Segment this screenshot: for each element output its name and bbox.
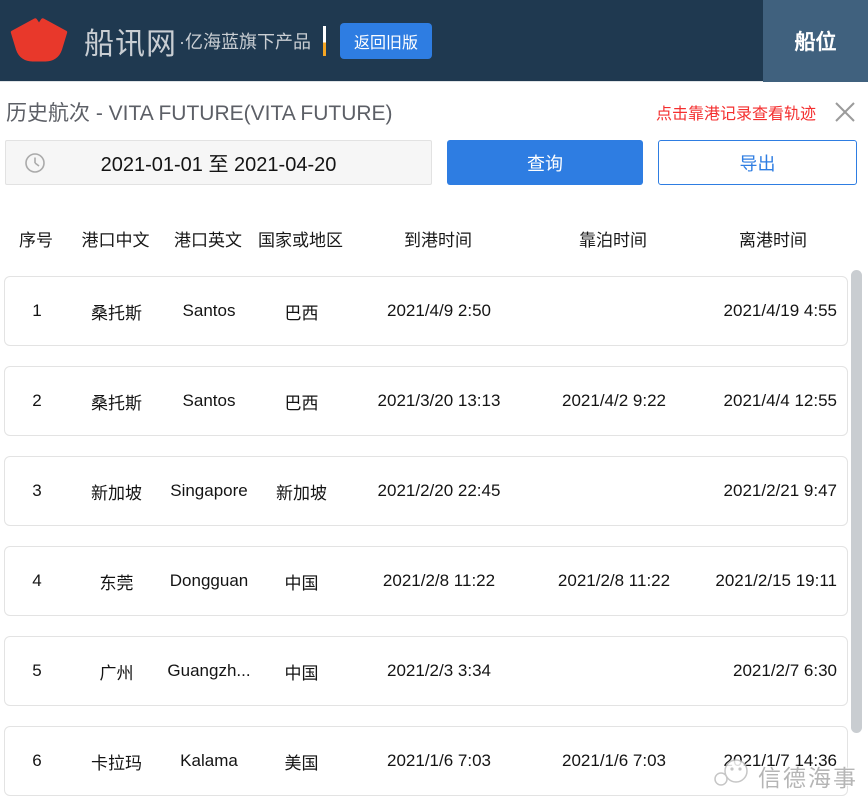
cell-port-en: Santos: [164, 391, 254, 411]
scrollbar-thumb[interactable]: [851, 270, 862, 733]
cell-berth-time: 2021/1/6 7:03: [529, 751, 699, 771]
voyage-row[interactable]: 4东莞Dongguan中国2021/2/8 11:222021/2/8 11:2…: [4, 546, 848, 616]
cell-port-en: Kalama: [164, 751, 254, 771]
cell-country: 美国: [254, 749, 349, 774]
cell-departure-time: 2021/4/4 12:55: [699, 391, 847, 411]
cell-arrival-time: 2021/2/8 11:22: [349, 571, 529, 591]
voyage-row[interactable]: 1桑托斯Santos巴西2021/4/9 2:50 2021/4/19 4:55: [4, 276, 848, 346]
cell-country: 新加坡: [254, 479, 349, 504]
cell-index: 1: [5, 301, 69, 321]
voyage-row[interactable]: 3新加坡Singapore新加坡2021/2/20 22:452021/2/21…: [4, 456, 848, 526]
col-header-berth-time: 靠泊时间: [528, 226, 698, 251]
cell-arrival-time: 2021/2/20 22:45: [349, 481, 529, 501]
tab-ship-position[interactable]: 船位: [763, 0, 868, 82]
table-header-row: 序号 港口中文 港口英文 国家或地区 到港时间 靠泊时间 离港时间: [4, 223, 848, 253]
cell-port-cn: 东莞: [69, 569, 164, 594]
top-header: 船讯网 ·亿海蓝旗下产品 返回旧版 船位: [0, 0, 868, 82]
col-header-port-cn: 港口中文: [68, 226, 163, 251]
cell-index: 2: [5, 391, 69, 411]
export-button[interactable]: 导出: [658, 140, 857, 185]
cell-port-en: Guangzh...: [164, 661, 254, 681]
voyage-row[interactable]: 5广州Guangzh...中国2021/2/3 3:34 2021/2/7 6:3…: [4, 636, 848, 706]
cell-port-cn: 卡拉玛: [69, 749, 164, 774]
cell-port-en: Dongguan: [164, 571, 254, 591]
cell-port-cn: 桑托斯: [69, 389, 164, 414]
cell-arrival-time: 2021/2/3 3:34: [349, 661, 529, 681]
col-header-country: 国家或地区: [253, 226, 348, 251]
cell-country: 巴西: [254, 299, 349, 324]
date-range-input[interactable]: 2021-01-01 至 2021-04-20: [5, 140, 432, 185]
cell-index: 5: [5, 661, 69, 681]
cell-country: 巴西: [254, 389, 349, 414]
cell-departure-time: 2021/2/21 9:47: [699, 481, 847, 501]
view-track-hint-link[interactable]: 点击靠港记录查看轨迹: [656, 100, 816, 124]
cell-index: 3: [5, 481, 69, 501]
page-title: 历史航次 - VITA FUTURE(VITA FUTURE): [6, 97, 393, 127]
voyage-row[interactable]: 2桑托斯Santos巴西2021/3/20 13:132021/4/2 9:22…: [4, 366, 848, 436]
cell-port-en: Singapore: [164, 481, 254, 501]
brand-name: 船讯网: [84, 19, 177, 63]
clock-icon: [24, 152, 46, 179]
cell-departure-time: 2021/2/7 6:30: [699, 661, 847, 681]
cell-port-cn: 新加坡: [69, 479, 164, 504]
cell-port-cn: 广州: [69, 659, 164, 684]
query-button[interactable]: 查询: [447, 140, 643, 185]
brand-suffix: ·亿海蓝旗下产品: [179, 28, 311, 54]
cell-arrival-time: 2021/1/6 7:03: [349, 751, 529, 771]
history-voyage-window: 船讯网 ·亿海蓝旗下产品 返回旧版 船位 历史航次 - VITA FUTURE(…: [0, 0, 868, 810]
cell-berth-time: 2021/2/8 11:22: [529, 571, 699, 591]
cell-country: 中国: [254, 659, 349, 684]
query-controls: 2021-01-01 至 2021-04-20 查询 导出: [5, 140, 858, 185]
col-header-departure-time: 离港时间: [698, 226, 848, 251]
brand-boat-logo-icon: [8, 14, 70, 67]
cell-index: 6: [5, 751, 69, 771]
cell-departure-time: 2021/2/15 19:11: [699, 571, 847, 591]
panel-title-row: 历史航次 - VITA FUTURE(VITA FUTURE) 点击靠港记录查看…: [6, 98, 858, 126]
cell-berth-time: 2021/4/2 9:22: [529, 391, 699, 411]
header-divider: [323, 26, 326, 56]
back-to-old-version-button[interactable]: 返回旧版: [340, 23, 432, 59]
close-icon[interactable]: [832, 99, 858, 125]
cell-country: 中国: [254, 569, 349, 594]
col-header-arrival-time: 到港时间: [348, 226, 528, 251]
col-header-index: 序号: [4, 226, 68, 251]
date-range-value: 2021-01-01 至 2021-04-20: [101, 148, 337, 177]
cell-departure-time: 2021/1/7 14:36: [699, 751, 847, 771]
cell-departure-time: 2021/4/19 4:55: [699, 301, 847, 321]
voyage-list: 1桑托斯Santos巴西2021/4/9 2:502021/4/19 4:552…: [4, 276, 848, 796]
cell-arrival-time: 2021/4/9 2:50: [349, 301, 529, 321]
cell-port-en: Santos: [164, 301, 254, 321]
col-header-port-en: 港口英文: [163, 226, 253, 251]
cell-index: 4: [5, 571, 69, 591]
voyage-row[interactable]: 6卡拉玛Kalama美国2021/1/6 7:032021/1/6 7:0320…: [4, 726, 848, 796]
cell-port-cn: 桑托斯: [69, 299, 164, 324]
cell-arrival-time: 2021/3/20 13:13: [349, 391, 529, 411]
